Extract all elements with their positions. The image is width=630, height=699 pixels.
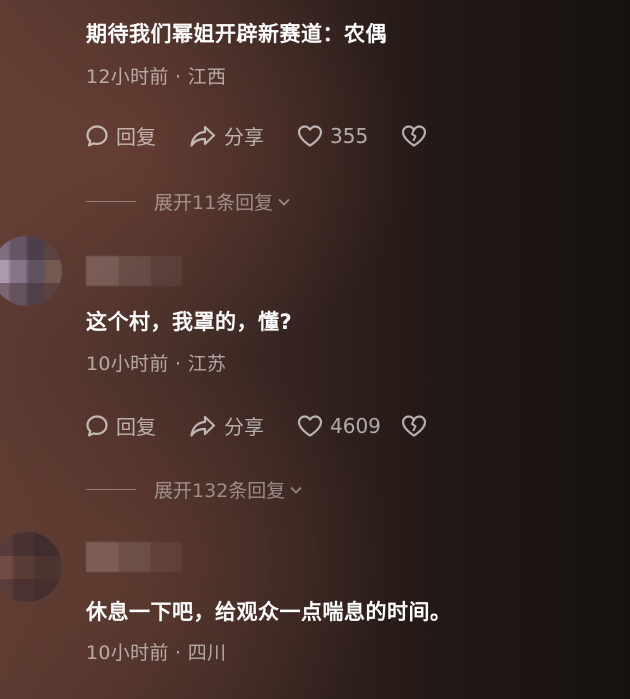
comment-text: 这个村，我罩的，懂?: [86, 310, 293, 334]
comment-meta: 10小时前 · 四川: [86, 642, 227, 664]
heart-icon: [297, 414, 323, 437]
like-count: 355: [330, 123, 369, 148]
share-arrow-icon: [190, 415, 216, 437]
like-button[interactable]: 4609: [296, 413, 400, 439]
expand-replies-label: 展开11条回复: [154, 192, 274, 214]
reply-button[interactable]: 回复: [84, 411, 188, 440]
expand-replies-button[interactable]: 展开11条回复: [86, 188, 292, 215]
share-arrow-icon: [190, 125, 216, 147]
broken-heart-icon: [401, 124, 427, 147]
share-button[interactable]: 分享: [188, 121, 296, 150]
expand-replies-label: 展开132条回复: [154, 480, 286, 502]
chat-bubble-icon: [86, 414, 108, 436]
comment-text: 休息一下吧，给观众一点喘息的时间。: [86, 600, 452, 624]
comment-text: 期待我们幂姐开辟新赛道：农偶: [86, 22, 387, 46]
username-redacted[interactable]: [86, 542, 182, 572]
reply-label: 回复: [116, 125, 156, 149]
like-count: 4609: [330, 413, 381, 438]
broken-heart-icon: [401, 414, 427, 437]
dislike-button[interactable]: [400, 123, 428, 149]
share-label: 分享: [224, 125, 264, 149]
chevron-down-icon: [278, 198, 290, 206]
dislike-button[interactable]: [400, 413, 428, 439]
share-button[interactable]: 分享: [188, 411, 296, 440]
comment-meta: 12小时前 · 江西: [86, 66, 227, 88]
divider-line: [86, 201, 136, 202]
reply-button[interactable]: 回复: [84, 121, 188, 150]
chat-bubble-icon: [86, 124, 108, 146]
divider-line: [86, 489, 136, 490]
comment-actions: 回复 分享 355: [84, 121, 428, 150]
heart-icon: [297, 124, 323, 147]
reply-label: 回复: [116, 415, 156, 439]
expand-replies-button[interactable]: 展开132条回复: [86, 476, 304, 503]
chevron-down-icon: [290, 486, 302, 494]
avatar[interactable]: [0, 532, 62, 602]
comment-actions: 回复 分享 4609: [84, 411, 428, 440]
like-button[interactable]: 355: [296, 123, 400, 149]
comment-meta: 10小时前 · 江苏: [86, 353, 227, 375]
username-redacted[interactable]: [86, 256, 182, 286]
share-label: 分享: [224, 415, 264, 439]
avatar[interactable]: [0, 236, 62, 306]
